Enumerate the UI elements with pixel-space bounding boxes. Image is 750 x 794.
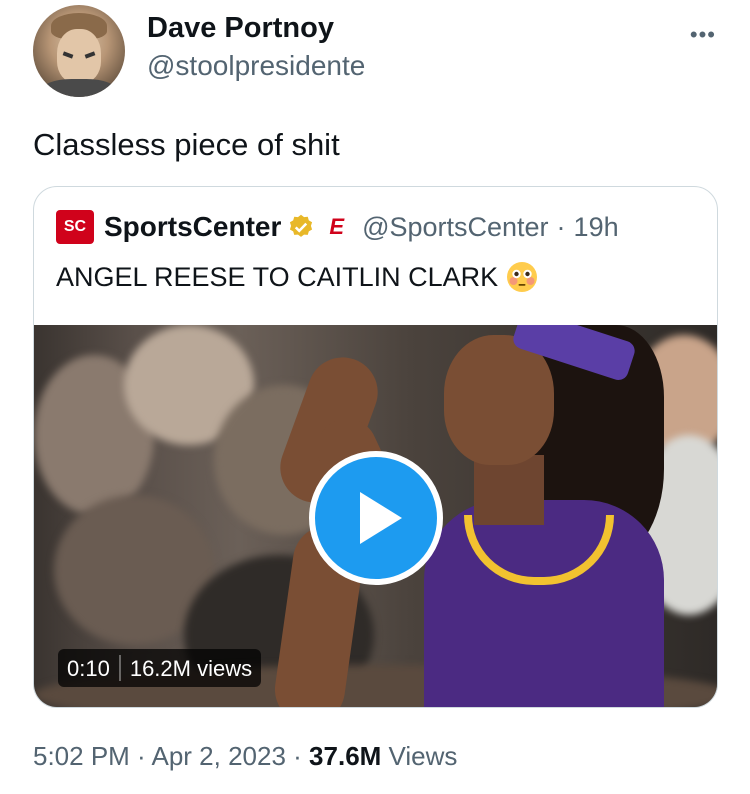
play-icon[interactable] (309, 451, 443, 585)
video-duration: 0:10 (67, 656, 110, 681)
quoted-tweet-time[interactable]: 19h (574, 212, 619, 243)
tweet-text: Classless piece of shit (33, 127, 340, 162)
sportscenter-avatar[interactable]: SC (56, 210, 94, 244)
avatar-face (57, 29, 101, 83)
tweet-views-label: Views (381, 741, 458, 771)
author-avatar[interactable] (33, 5, 125, 97)
sportscenter-logo-text: SC (63, 218, 87, 235)
gold-verified-badge-icon (290, 214, 313, 237)
separator-dot: · (285, 741, 310, 771)
author-display-name[interactable]: Dave Portnoy (147, 12, 334, 45)
quoted-tweet-header: SC SportsCenter E @SportsCenter · 19h (56, 209, 619, 245)
video-view-count: 16.2M views (129, 656, 253, 681)
tweet-date[interactable]: Apr 2, 2023 (152, 741, 286, 771)
espn-e-icon: E (329, 214, 345, 239)
quoted-tweet-card[interactable]: SC SportsCenter E @SportsCenter · 19h AN… (33, 186, 718, 708)
quoted-tweet-text: ANGEL REESE TO CAITLIN CLARK (56, 261, 538, 293)
flushed-face-emoji (507, 262, 538, 292)
tweet-time[interactable]: 5:02 PM (33, 741, 130, 771)
video-player[interactable]: 0:10 16.2M views (34, 325, 717, 707)
separator-dot: · (556, 211, 566, 242)
tweet-meta: 5:02 PM · Apr 2, 2023 · 37.6M Views (33, 741, 457, 772)
quoted-tweet-text-content: ANGEL REESE TO CAITLIN CLARK (56, 261, 499, 292)
play-triangle (360, 492, 402, 544)
avatar-shirt (41, 79, 117, 97)
quoted-author-handle: @SportsCenter (362, 211, 549, 242)
tweet-views-count[interactable]: 37.6M (309, 741, 381, 771)
player-head (444, 335, 554, 465)
more-horizontal-icon[interactable]: ••• (690, 22, 716, 48)
author-handle[interactable]: @stoolpresidente (147, 50, 365, 82)
video-info-badges: 0:10 16.2M views (58, 649, 262, 687)
quoted-author-name[interactable]: SportsCenter (104, 211, 281, 243)
player-neck (474, 455, 544, 525)
separator-dot: · (129, 741, 152, 771)
